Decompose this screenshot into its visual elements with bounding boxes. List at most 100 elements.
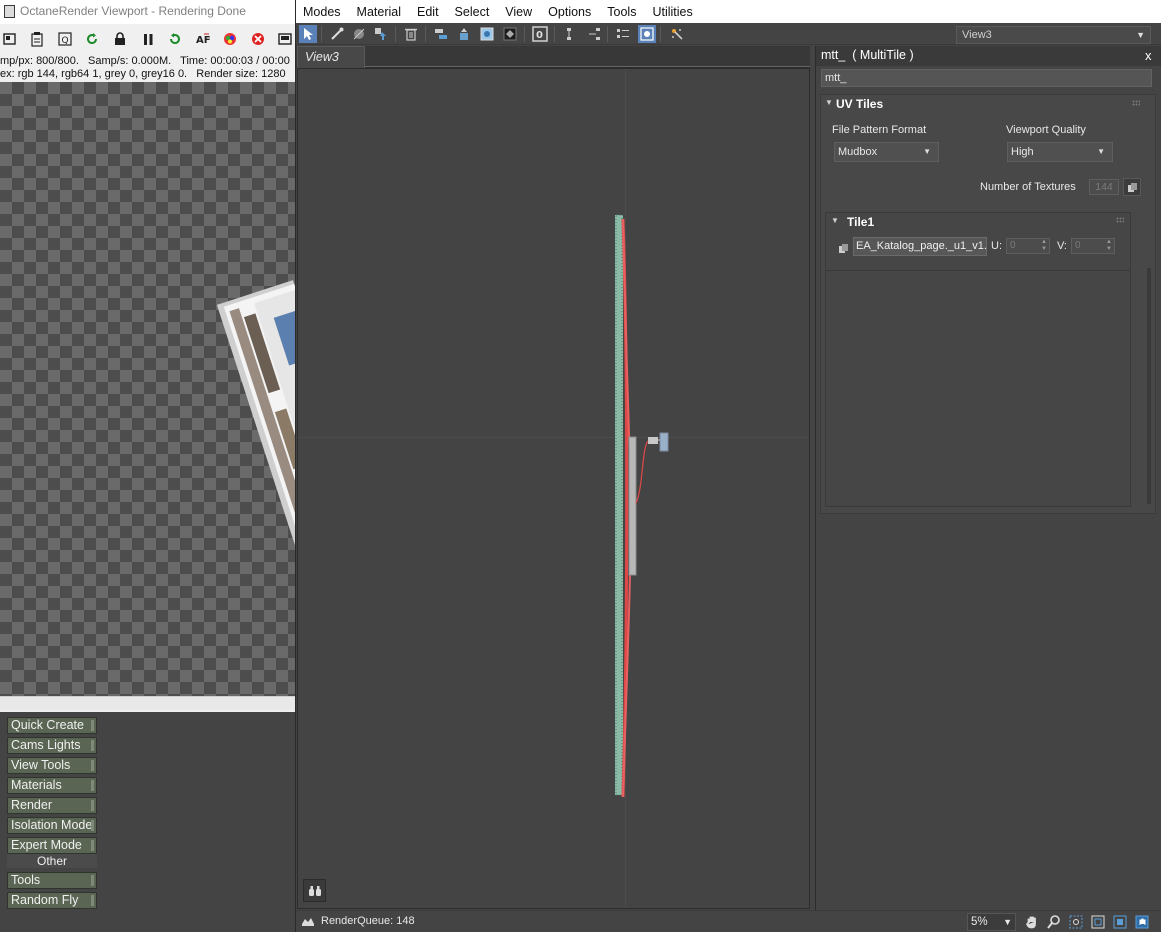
show-background-icon[interactable]	[501, 25, 519, 43]
bitmap-nodes-column[interactable]	[615, 214, 623, 796]
menu-view[interactable]: View	[497, 0, 540, 23]
octane-horizontal-scrollbar[interactable]	[0, 696, 295, 710]
af-icon[interactable]: AF	[193, 30, 213, 48]
v-spinner[interactable]: 0 ▲ ▼	[1071, 238, 1115, 254]
materials-button[interactable]: Materials	[7, 777, 97, 794]
zoom-level-value: 5%	[971, 916, 988, 928]
close-icon[interactable]: x	[1145, 48, 1152, 63]
tab-view3[interactable]: View3	[297, 46, 365, 68]
assign-material-icon[interactable]	[372, 25, 390, 43]
move-children-icon[interactable]	[432, 25, 450, 43]
zoom-extents-icon[interactable]	[1090, 914, 1106, 930]
zoom-level-dropdown[interactable]: 5% ▼	[967, 913, 1016, 931]
chevron-down-icon: ▼	[923, 147, 931, 156]
pick-material-icon[interactable]	[328, 25, 346, 43]
rollout-collapse-icon[interactable]: ▼	[825, 98, 833, 107]
color-picker-icon[interactable]	[220, 30, 240, 48]
isolation-mode-button[interactable]: Isolation Mode	[7, 817, 97, 834]
svg-text:Q: Q	[61, 36, 68, 46]
clipboard-icon[interactable]	[28, 30, 48, 48]
refresh-icon[interactable]	[83, 30, 103, 48]
menu-utilities[interactable]: Utilities	[644, 0, 700, 23]
octane-stats-line-1: mp/px: 800/800. Samp/s: 0.000M. Time: 00…	[0, 55, 290, 67]
viewport-quality-value: High	[1011, 146, 1034, 158]
octane-window-title: OctaneRender Viewport - Rendering Done	[20, 4, 246, 18]
pause-icon[interactable]	[138, 30, 158, 48]
num-textures-field[interactable]: 144	[1089, 179, 1119, 195]
file-pattern-label: File Pattern Format	[832, 124, 927, 136]
view-select-dropdown[interactable]: View3 ▼	[956, 26, 1151, 44]
quick-create-button[interactable]: Quick Create	[7, 717, 97, 734]
node-view-canvas[interactable]	[297, 68, 810, 909]
binoculars-icon[interactable]	[303, 879, 326, 902]
layout-children-icon[interactable]	[563, 25, 581, 43]
material-header-name: mtt_	[821, 48, 846, 62]
tile1-title[interactable]: Tile1	[847, 215, 874, 229]
multitile-node	[628, 436, 637, 576]
material-name-field[interactable]: mtt_	[821, 69, 1152, 87]
put-to-scene-icon[interactable]	[350, 25, 368, 43]
save-icon[interactable]	[275, 30, 295, 48]
zoom-region-icon[interactable]: Q	[55, 30, 75, 48]
tools-button[interactable]: Tools	[7, 872, 97, 889]
random-fly-button[interactable]: Random Fly	[7, 892, 97, 909]
view-tools-button[interactable]: View Tools	[7, 757, 97, 774]
octane-material-node	[659, 432, 669, 452]
clear-icon[interactable]	[248, 30, 268, 48]
expert-mode-button[interactable]: Expert Mode	[7, 837, 97, 854]
delete-icon[interactable]	[402, 25, 420, 43]
tile-file-browse-icon[interactable]	[836, 241, 850, 255]
octane-viewport-window: OctaneRender Viewport - Rendering Done Q…	[0, 0, 295, 712]
spinner-arrows-icon[interactable]: ▲ ▼	[1041, 239, 1047, 253]
navigator-icon[interactable]	[668, 25, 686, 43]
menu-material[interactable]: Material	[349, 0, 409, 23]
num-textures-label: Number of Textures	[980, 181, 1076, 193]
u-label: U:	[991, 240, 1002, 252]
file-pattern-dropdown[interactable]: Mudbox ▼	[834, 142, 939, 162]
tile-divider	[826, 270, 1130, 271]
parameter-editor-icon[interactable]	[614, 25, 632, 43]
svg-text:0: 0	[536, 30, 543, 41]
menu-bar: Modes Material Edit Select View Options …	[296, 0, 1161, 23]
menu-select[interactable]: Select	[447, 0, 498, 23]
spinner-arrows-icon[interactable]: ▲ ▼	[1106, 239, 1112, 253]
zoom-region-icon[interactable]	[1068, 914, 1084, 930]
render-button[interactable]: Render	[7, 797, 97, 814]
menu-edit[interactable]: Edit	[409, 0, 447, 23]
restart-icon[interactable]	[165, 30, 185, 48]
send-scene-icon[interactable]	[0, 30, 20, 48]
menu-options[interactable]: Options	[540, 0, 599, 23]
v-label: V:	[1057, 240, 1067, 252]
material-map-browser-icon[interactable]	[638, 25, 656, 43]
cams-lights-button[interactable]: Cams Lights	[7, 737, 97, 754]
rendered-catalog-stack-image	[216, 280, 295, 591]
rollout-grip-icon[interactable]	[1132, 100, 1140, 106]
pick-files-icon[interactable]	[1123, 178, 1141, 196]
viewport-quality-dropdown[interactable]: High ▼	[1007, 142, 1113, 162]
uv-tiles-title[interactable]: UV Tiles	[836, 97, 883, 111]
pan-hand-icon[interactable]	[1024, 914, 1040, 930]
file-pattern-value: Mudbox	[838, 146, 878, 158]
uv-tiles-rollout: ▼ UV Tiles File Pattern Format Mudbox ▼ …	[820, 94, 1156, 514]
zoom-icon[interactable]	[1046, 914, 1062, 930]
material-output-node	[648, 437, 658, 444]
zoom-extents-selected-icon[interactable]	[1112, 914, 1128, 930]
layout-all-icon[interactable]: 0	[531, 25, 549, 43]
rollout-grip-icon[interactable]	[1116, 217, 1124, 223]
octane-render-canvas[interactable]	[0, 82, 295, 696]
hide-unused-slots-icon[interactable]	[455, 25, 473, 43]
u-spinner[interactable]: 0 ▲ ▼	[1006, 238, 1050, 254]
tile-filename-field[interactable]: EA_Katalog_page._u1_v1.jp	[853, 237, 987, 256]
command-panel: Quick Create Cams Lights View Tools Mate…	[0, 712, 295, 932]
menu-tools[interactable]: Tools	[599, 0, 644, 23]
rollout-scrollbar[interactable]	[1147, 268, 1151, 504]
u-value: 0	[1010, 240, 1016, 251]
layout-vertical-icon[interactable]	[585, 25, 603, 43]
pan-to-selected-icon[interactable]	[1134, 914, 1150, 930]
show-map-icon[interactable]	[478, 25, 496, 43]
octane-title-bar[interactable]: OctaneRender Viewport - Rendering Done	[0, 0, 295, 24]
select-tool-icon[interactable]	[299, 25, 317, 43]
lock-icon[interactable]	[110, 30, 130, 48]
menu-modes[interactable]: Modes	[296, 0, 349, 23]
rollout-collapse-icon[interactable]: ▼	[831, 216, 839, 225]
